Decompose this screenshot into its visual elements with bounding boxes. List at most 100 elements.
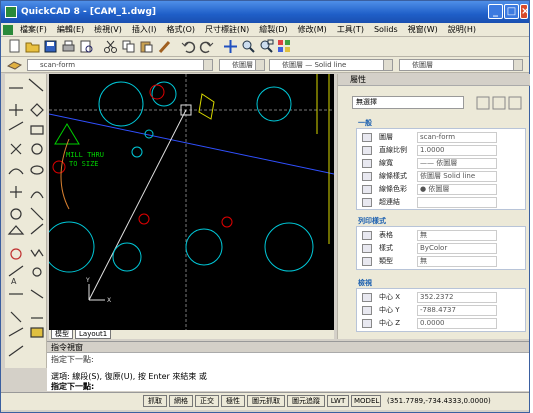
circle-geometry <box>49 221 95 273</box>
plot-table-icon <box>362 231 372 240</box>
layer-manager-icon[interactable] <box>7 57 22 72</box>
property-row[interactable]: 樣式 ByColor <box>357 242 525 255</box>
circle-geometry <box>98 81 144 127</box>
layer-combo[interactable]: scan-form <box>27 59 213 71</box>
tab-layout1[interactable]: Layout1 <box>75 330 112 339</box>
command-prompt[interactable]: 指定下一點: <box>51 381 94 392</box>
drawing-canvas[interactable]: MILL THRU TO SIZE Y X <box>49 74 334 330</box>
layer-icon <box>362 133 372 142</box>
layer-combo-value: scan-form <box>40 61 76 69</box>
osnap-toggle[interactable]: 圖元抓取 <box>247 395 285 407</box>
red-point-circle <box>138 213 150 225</box>
ortho-toggle[interactable]: 正交 <box>195 395 219 407</box>
otrack-toggle[interactable]: 圖元追蹤 <box>287 395 325 407</box>
menu-help[interactable]: 說明(H) <box>443 24 481 35</box>
property-row[interactable]: 線寬 —— 依圖層 <box>357 157 525 170</box>
print-icon[interactable] <box>61 39 76 54</box>
menu-format[interactable]: 格式(O) <box>161 24 200 35</box>
snap-toggle[interactable]: 抓取 <box>143 395 167 407</box>
menu-window[interactable]: 視窗(W) <box>403 24 443 35</box>
zoom-realtime-icon[interactable] <box>241 39 256 54</box>
donut-icon <box>10 208 22 220</box>
rectangle-icon <box>30 125 44 135</box>
property-row[interactable]: 中心 Z 0.0000 <box>357 317 525 330</box>
green-triangle <box>54 123 80 145</box>
ray-icon <box>9 104 23 116</box>
menu-file[interactable]: 檔案(F) <box>15 24 52 35</box>
save-icon[interactable] <box>43 39 58 54</box>
properties-grid-icon[interactable] <box>277 39 292 54</box>
menu-dimension[interactable]: 尺寸標註(N) <box>200 24 254 35</box>
property-row[interactable]: 中心 X 352.2372 <box>357 291 525 304</box>
lineweight-combo[interactable]: 依圖層 <box>399 59 523 71</box>
match-properties-icon[interactable] <box>157 39 172 54</box>
print-preview-icon[interactable] <box>79 39 94 54</box>
print-section-header[interactable]: 列印樣式 <box>358 216 386 226</box>
property-row[interactable]: 表格無 <box>357 229 525 242</box>
grid-toggle[interactable]: 網格 <box>169 395 193 407</box>
menu-draw[interactable]: 繪製(D) <box>254 24 292 35</box>
undo-icon[interactable] <box>181 39 196 54</box>
linetype-combo-value: 依圖層 — Solid line <box>282 61 347 69</box>
menu-insert[interactable]: 插入(I) <box>127 24 162 35</box>
property-row[interactable]: 中心 Y -788.4737 <box>357 304 525 317</box>
tab-model[interactable]: 模型 <box>51 330 73 339</box>
orange-arc <box>60 138 70 210</box>
properties-palette: 屬性 無選擇 一般 圖層 scan-form 直線比例 1.0000 線寬 —— 依圖… <box>337 74 530 339</box>
wipeout-icon <box>10 248 22 260</box>
multiline-icon <box>8 121 24 131</box>
doc-menu-icon[interactable] <box>3 24 13 35</box>
quick-select-icons[interactable] <box>476 96 524 110</box>
menu-edit[interactable]: 編輯(E) <box>52 24 89 35</box>
color-combo[interactable]: 依圖層 <box>219 59 265 71</box>
pan-icon[interactable] <box>223 39 238 54</box>
property-row[interactable]: 圖層 scan-form <box>357 131 525 144</box>
property-row[interactable]: 超連結 <box>357 196 525 209</box>
lwt-toggle[interactable]: LWT <box>327 395 349 407</box>
paste-icon[interactable] <box>139 39 154 54</box>
command-window-title: 指令視窗 <box>47 342 529 353</box>
property-row[interactable]: 直線比例 1.0000 <box>357 144 525 157</box>
new-file-icon[interactable] <box>7 39 22 54</box>
view-section-header[interactable]: 檢視 <box>358 278 372 288</box>
minimize-button[interactable]: _ <box>488 4 503 19</box>
draw-tools-icons[interactable]: A <box>5 74 47 368</box>
standard-toolbar <box>1 37 529 57</box>
chevron-down-icon[interactable] <box>513 60 522 70</box>
menu-tools[interactable]: 工具(T) <box>332 24 369 35</box>
circle-geometry <box>264 222 314 272</box>
selection-combo[interactable]: 無選擇 <box>352 96 464 109</box>
construction-icon <box>8 265 24 277</box>
polar-toggle[interactable]: 極性 <box>221 395 245 407</box>
menu-view[interactable]: 檢視(V) <box>89 24 127 35</box>
chevron-down-icon[interactable] <box>203 60 212 70</box>
circle-geometry <box>131 146 143 158</box>
menu-solids[interactable]: Solids <box>369 25 403 34</box>
menu-modify[interactable]: 修改(M) <box>293 24 332 35</box>
open-folder-icon[interactable] <box>25 39 40 54</box>
spline-icon <box>10 143 22 155</box>
cut-icon[interactable] <box>103 39 118 54</box>
chevron-down-icon[interactable] <box>383 60 392 70</box>
property-row[interactable]: 線條樣式 依圖層 Solid line <box>357 170 525 183</box>
polyline-icon <box>30 103 44 117</box>
linetype-combo[interactable]: 依圖層 — Solid line <box>269 59 393 71</box>
general-section-header[interactable]: 一般 <box>358 118 372 128</box>
plot-type-icon <box>362 257 372 266</box>
chevron-down-icon[interactable] <box>255 60 264 70</box>
maximize-button[interactable]: □ <box>504 4 519 19</box>
property-row[interactable]: 線條色彩 ● 依圖層 <box>357 183 525 196</box>
ucs-x-label: X <box>107 297 111 304</box>
copy-icon[interactable] <box>121 39 136 54</box>
arc-icon <box>8 168 24 175</box>
command-history-line0: 指定下一點: <box>51 355 94 364</box>
menu-bar: 檔案(F) 編輯(E) 檢視(V) 插入(I) 格式(O) 尺寸標註(N) 繪製… <box>1 23 529 37</box>
circle-geometry <box>256 86 292 122</box>
title-bar[interactable]: QuickCAD 8 - [CAM_1.dwg] _ □ × <box>1 1 529 23</box>
zoom-window-icon[interactable] <box>259 39 274 54</box>
redo-icon[interactable] <box>199 39 214 54</box>
property-row[interactable]: 類型無 <box>357 255 525 268</box>
text-icon: A <box>11 277 17 286</box>
model-toggle[interactable]: MODEL <box>351 395 381 407</box>
close-button[interactable]: × <box>520 4 529 19</box>
